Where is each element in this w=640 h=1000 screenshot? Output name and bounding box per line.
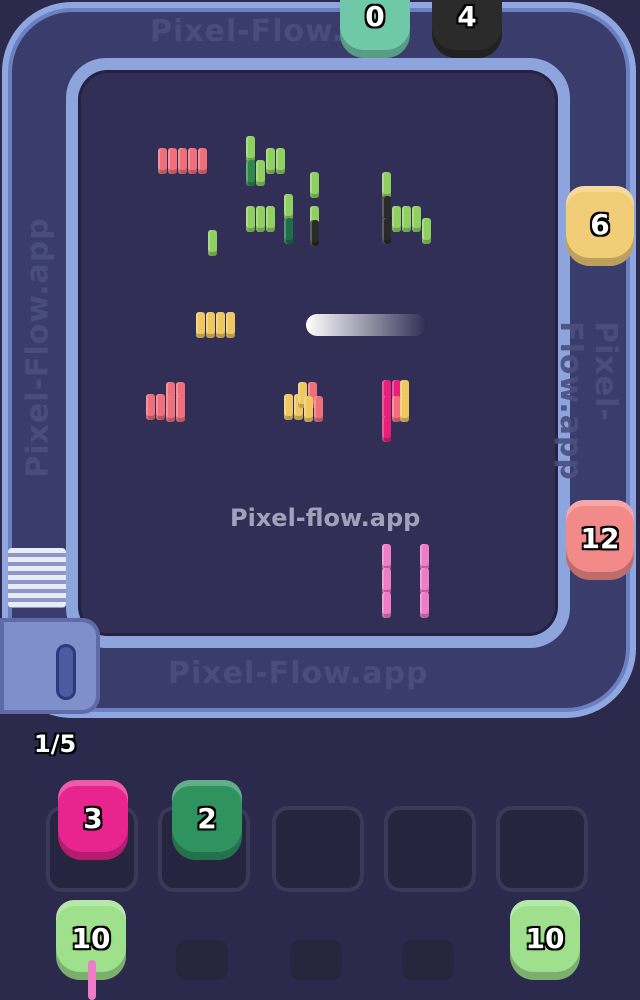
pixel-block xyxy=(400,396,409,422)
waiting-shooter-right[interactable]: 10 xyxy=(510,900,580,980)
pixel-block xyxy=(168,148,177,174)
track-shooter-black[interactable]: 4 xyxy=(432,0,502,58)
pixel-block xyxy=(166,396,175,422)
pixel-block xyxy=(266,148,275,174)
pixel-block xyxy=(198,148,207,174)
queue-slot-4[interactable] xyxy=(384,806,476,892)
pixel-board xyxy=(78,70,558,636)
pixel-block xyxy=(196,312,205,338)
pixel-block xyxy=(314,396,323,422)
pixel-block xyxy=(382,172,391,198)
pixel-block xyxy=(382,218,391,244)
reserve-slot xyxy=(176,940,228,980)
shooter-count: 4 xyxy=(457,0,477,33)
shooter-count: 6 xyxy=(590,208,610,241)
pixel-block xyxy=(284,194,293,220)
pixel-block xyxy=(310,220,319,246)
pixel-block xyxy=(226,312,235,338)
pixel-block xyxy=(402,206,411,232)
pixel-block xyxy=(216,312,225,338)
track-entry-ladder xyxy=(8,548,66,608)
track-label-right: Pixel-Flow.app xyxy=(552,321,623,481)
shooter-count: 10 xyxy=(71,922,111,955)
pixel-block xyxy=(188,148,197,174)
queue-slot-5[interactable] xyxy=(496,806,588,892)
track-shooter-teal[interactable]: 0 xyxy=(340,0,410,58)
pixel-block xyxy=(422,218,431,244)
queue-slot-3[interactable] xyxy=(272,806,364,892)
pixel-block xyxy=(304,396,313,422)
pixel-block xyxy=(284,394,293,420)
shooter-count: 10 xyxy=(525,922,565,955)
pixel-block xyxy=(176,396,185,422)
queue-shooter-magenta[interactable]: 3 xyxy=(58,780,128,860)
watermark: Pixel-flow.app xyxy=(230,504,421,532)
pixel-block xyxy=(246,206,255,232)
track-label-bottom: Pixel-Flow.app xyxy=(168,656,429,691)
pixel-block xyxy=(420,568,429,594)
pixel-block xyxy=(412,206,421,232)
shooter-count: 2 xyxy=(197,802,217,835)
pixel-block xyxy=(310,172,319,198)
shot-beam xyxy=(306,314,426,336)
reserve-slot xyxy=(290,940,342,980)
pixel-block xyxy=(382,568,391,594)
launcher-slot xyxy=(56,644,76,700)
pixel-block xyxy=(246,136,255,162)
pixel-block xyxy=(420,592,429,618)
pixel-block xyxy=(276,148,285,174)
pixel-block xyxy=(246,160,255,186)
pixel-block xyxy=(382,592,391,618)
track-label-left: Pixel-Flow.app xyxy=(20,217,56,478)
launcher-gate xyxy=(0,618,100,714)
track-shooter-peach[interactable]: 6 xyxy=(566,186,634,266)
pixel-block xyxy=(256,160,265,186)
pixel-block xyxy=(382,544,391,570)
pixel-block xyxy=(382,416,391,442)
conveyor-capacity: 1/5 xyxy=(34,730,77,758)
shooter-count: 0 xyxy=(365,0,385,33)
queue-shooter-green[interactable]: 2 xyxy=(172,780,242,860)
pixel-block xyxy=(178,148,187,174)
pixel-block xyxy=(420,544,429,570)
pixel-block xyxy=(266,206,275,232)
pixel-block xyxy=(208,230,217,256)
shooter-count: 12 xyxy=(580,522,620,555)
pink-thread xyxy=(88,960,96,1000)
shooter-count: 3 xyxy=(83,802,103,835)
pixel-block xyxy=(256,206,265,232)
pixel-block xyxy=(158,148,167,174)
pixel-block xyxy=(284,218,293,244)
pixel-block xyxy=(146,394,155,420)
pixel-block xyxy=(206,312,215,338)
pixel-block xyxy=(392,206,401,232)
pixel-block xyxy=(156,394,165,420)
track-shooter-coral[interactable]: 12 xyxy=(566,500,634,580)
reserve-slot xyxy=(402,940,454,980)
